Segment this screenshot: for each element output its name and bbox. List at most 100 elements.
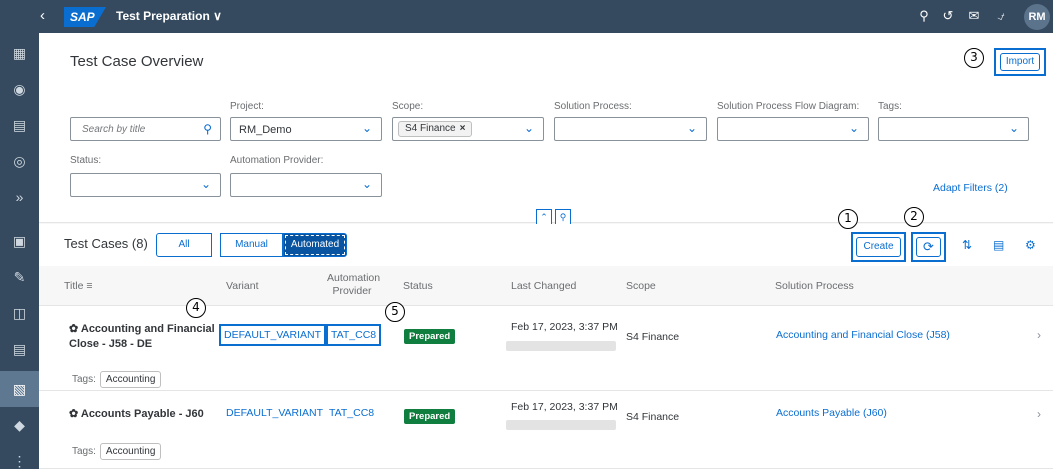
- column-variant[interactable]: Variant: [226, 280, 259, 292]
- callout-marker: 1: [838, 209, 858, 229]
- table-row[interactable]: ✿ Accounts Payable - J60 DEFAULT_VARIANT…: [39, 392, 1053, 469]
- redacted-user: [506, 420, 616, 430]
- transport-icon[interactable]: ◫: [0, 295, 39, 331]
- group-icon[interactable]: ▤: [993, 238, 1004, 252]
- create-button[interactable]: Create: [856, 237, 901, 257]
- sort-indicator-icon: ≡: [86, 280, 93, 292]
- sort-icon[interactable]: ⇅: [962, 238, 972, 252]
- chevron-down-icon[interactable]: ⌄: [524, 121, 534, 135]
- test-case-title-text: Accounting and Financial Close - J58 - D…: [69, 323, 215, 350]
- shell-bar: ‹ SAP Test Preparation ∨ ⚲ ↺ ✉ ⍻ RM: [0, 0, 1053, 33]
- chevron-down-icon[interactable]: ⌄: [201, 177, 211, 191]
- status-select[interactable]: ⌄: [70, 173, 221, 197]
- segment-manual[interactable]: Manual: [220, 233, 283, 257]
- chevron-down-icon[interactable]: ⌄: [1009, 121, 1019, 135]
- column-title[interactable]: Title ≡: [64, 280, 93, 292]
- test-case-icon: ✿: [69, 323, 79, 335]
- pin-icon[interactable]: ⚲: [555, 209, 571, 225]
- goal-icon[interactable]: ◎: [0, 143, 39, 179]
- back-icon[interactable]: ‹: [40, 7, 45, 24]
- more-icon[interactable]: ⋮: [0, 443, 39, 469]
- collapse-header-icon[interactable]: ⌃: [536, 209, 552, 225]
- tag-token[interactable]: Accounting: [99, 443, 162, 460]
- last-changed-date: Feb 17, 2023, 3:37 PM: [511, 321, 618, 333]
- scope-cell: S4 Finance: [626, 331, 680, 343]
- tags-row-label: Tags:: [72, 374, 96, 385]
- column-scope[interactable]: Scope: [626, 280, 656, 292]
- segment-all[interactable]: All: [156, 233, 212, 257]
- flow-diagram-select[interactable]: ⌄: [717, 117, 869, 141]
- table-title: Test Cases (8): [64, 236, 148, 251]
- tags-select[interactable]: ⌄: [878, 117, 1029, 141]
- column-last-changed[interactable]: Last Changed: [511, 280, 576, 292]
- feedback-icon[interactable]: ✉: [965, 8, 983, 24]
- row-navigation-icon[interactable]: ›: [1037, 407, 1041, 421]
- variant-link[interactable]: DEFAULT_VARIANT: [226, 407, 323, 419]
- side-navigation: ▦ ◉ ▤ ◎ » ▣ ✎ ◫ ▤ ▧ ◆ ⋮: [0, 33, 39, 469]
- test-case-title[interactable]: ✿ Accounts Payable - J60: [69, 407, 204, 422]
- help-icon[interactable]: ↺: [939, 8, 957, 24]
- test-case-title[interactable]: ✿ Accounting and Financial Close - J58 -…: [69, 322, 219, 352]
- filter-header: Test Case Overview Import Project: Scope…: [39, 33, 1053, 225]
- settings-icon[interactable]: ⚙: [1025, 238, 1036, 252]
- edit-icon[interactable]: ✎: [0, 259, 39, 295]
- test-case-icon[interactable]: ▧: [0, 371, 39, 407]
- sap-logo[interactable]: SAP: [64, 7, 106, 27]
- redacted-user: [506, 341, 616, 351]
- tags-row-label: Tags:: [72, 446, 96, 457]
- import-button-highlight: Import: [994, 48, 1046, 76]
- forward-icon[interactable]: »: [0, 179, 39, 215]
- scope-multiinput[interactable]: S4 Finance × ⌄: [392, 117, 544, 141]
- chevron-down-icon[interactable]: ⌄: [849, 121, 859, 135]
- callout-marker: 2: [904, 207, 924, 227]
- chevron-down-icon[interactable]: ⌄: [362, 177, 372, 191]
- project-select[interactable]: RM_Demo ⌄: [230, 117, 382, 141]
- refresh-icon[interactable]: ⟳: [916, 237, 941, 257]
- frame-icon[interactable]: ▣: [0, 223, 39, 259]
- create-button-highlight: Create: [851, 232, 906, 262]
- search-placeholder: Search by title: [82, 124, 146, 135]
- target-icon[interactable]: ◉: [0, 71, 39, 107]
- document-icon[interactable]: ▤: [0, 331, 39, 367]
- import-button[interactable]: Import: [1000, 53, 1040, 71]
- notification-icon[interactable]: ⍻: [992, 8, 1010, 24]
- solution-process-link[interactable]: Accounts Payable (J60): [776, 407, 887, 419]
- token-remove-icon[interactable]: ×: [460, 123, 466, 134]
- column-solution-process[interactable]: Solution Process: [775, 280, 854, 292]
- automation-provider-select[interactable]: ⌄: [230, 173, 382, 197]
- search-icon[interactable]: ⚲: [203, 122, 212, 136]
- app-title[interactable]: Test Preparation ∨: [116, 9, 222, 23]
- variant-link[interactable]: DEFAULT_VARIANT: [219, 324, 327, 346]
- row-navigation-icon[interactable]: ›: [1037, 328, 1041, 342]
- apps-icon[interactable]: ▦: [0, 35, 39, 71]
- project-label: Project:: [230, 101, 264, 112]
- project-value: RM_Demo: [239, 124, 292, 136]
- status-label: Status:: [70, 155, 102, 166]
- search-icon[interactable]: ⚲: [915, 8, 933, 24]
- provider-link[interactable]: TAT_CC8: [329, 407, 374, 419]
- chevron-down-icon[interactable]: ⌄: [362, 121, 372, 135]
- tags-row: Tags: Accounting: [72, 371, 162, 388]
- refresh-button-highlight: ⟳: [911, 232, 946, 262]
- list-icon[interactable]: ▤: [0, 107, 39, 143]
- scope-cell: S4 Finance: [626, 411, 680, 423]
- column-status[interactable]: Status: [403, 280, 433, 292]
- adapt-filters-link[interactable]: Adapt Filters (2): [933, 182, 1008, 194]
- status-badge: Prepared: [404, 409, 456, 424]
- table-row[interactable]: ✿ Accounting and Financial Close - J58 -…: [39, 307, 1053, 391]
- search-input[interactable]: Search by title ⚲: [70, 117, 221, 141]
- solution-process-select[interactable]: ⌄: [554, 117, 707, 141]
- scope-token-label: S4 Finance: [405, 123, 456, 134]
- column-automation-provider[interactable]: Automation Provider: [327, 272, 380, 298]
- tag-token[interactable]: Accounting: [99, 371, 162, 388]
- segment-automated[interactable]: Automated: [283, 233, 347, 257]
- avatar[interactable]: RM: [1024, 4, 1050, 30]
- chevron-down-icon[interactable]: ⌄: [687, 121, 697, 135]
- solution-process-link[interactable]: Accounting and Financial Close (J58): [776, 329, 950, 341]
- status-cell: Prepared: [404, 329, 456, 344]
- provider-link[interactable]: TAT_CC8: [326, 324, 382, 346]
- callout-marker: 5: [385, 302, 405, 322]
- scope-label: Scope:: [392, 101, 424, 112]
- shield-icon[interactable]: ◆: [0, 407, 39, 443]
- scope-token[interactable]: S4 Finance ×: [398, 121, 473, 137]
